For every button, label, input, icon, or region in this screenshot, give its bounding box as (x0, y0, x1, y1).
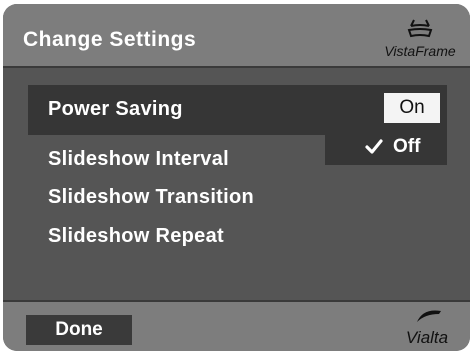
settings-panel: Power Saving Slideshow Interval Slidesho… (3, 68, 470, 300)
header-bar: Change Settings VistaFrame (3, 4, 470, 68)
menu-item-power-saving[interactable]: Power Saving (48, 98, 183, 121)
checkmark-icon (365, 139, 383, 154)
menu-item-label: Power Saving (48, 98, 183, 120)
footer-bar: Done Vialta (3, 300, 470, 351)
menu-item-label: Slideshow Transition (48, 186, 255, 208)
vialta-logo-icon (417, 310, 441, 322)
option-off[interactable]: Off (365, 134, 420, 160)
menu-item-slideshow-interval[interactable]: Slideshow Interval (48, 148, 229, 171)
vistaframe-logo: VistaFrame (378, 18, 462, 59)
menu-item-slideshow-repeat[interactable]: Slideshow Repeat (48, 225, 224, 248)
vialta-name: Vialta (405, 328, 449, 347)
menu-item-label: Slideshow Interval (48, 148, 230, 170)
done-button[interactable]: Done (26, 315, 132, 345)
settings-screen: Change Settings VistaFrame Power Saving … (3, 4, 470, 351)
option-off-label: Off (393, 136, 421, 157)
vialta-logo: Vialta (392, 308, 462, 348)
vistaframe-logo-icon (407, 19, 433, 38)
menu-item-slideshow-transition[interactable]: Slideshow Transition (48, 186, 254, 209)
brand-name: VistaFrame (384, 43, 456, 59)
page-title: Change Settings (23, 28, 197, 51)
option-on[interactable]: On (384, 93, 440, 123)
menu-item-label: Slideshow Repeat (48, 225, 224, 247)
